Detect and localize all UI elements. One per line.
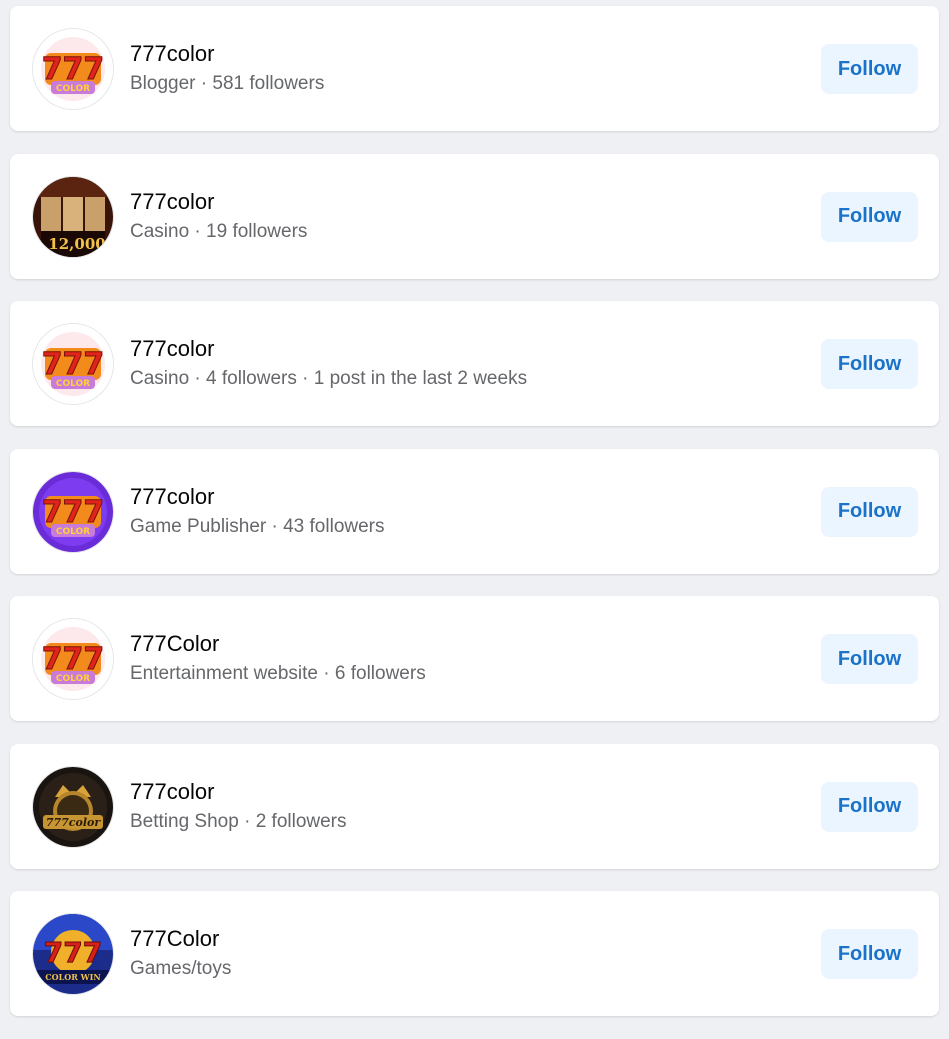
svg-text:12,000: 12,000	[48, 235, 105, 253]
result-info: 777color Casino · 4 followers · 1 post i…	[130, 335, 799, 392]
page-name[interactable]: 777color	[130, 335, 799, 363]
search-results-list: 777 COLOR 777color Blogger · 581 followe…	[10, 6, 939, 1039]
result-info: 777color Casino · 19 followers	[130, 188, 799, 245]
page-meta: Games/toys	[130, 958, 232, 979]
page-meta: Betting Shop · 2 followers	[130, 810, 347, 832]
page-name[interactable]: 777Color	[130, 630, 799, 658]
follow-button[interactable]: Follow	[821, 929, 918, 979]
result-card: 777 COLOR 777color Game Publisher · 43 f…	[10, 448, 939, 574]
page-name[interactable]: 777Color	[130, 925, 799, 953]
svg-text:COLOR: COLOR	[56, 527, 90, 537]
svg-text:COLOR: COLOR	[56, 379, 90, 389]
avatar[interactable]: 12,000	[32, 175, 114, 258]
result-info: 777color Game Publisher · 43 followers	[130, 483, 799, 540]
follow-button[interactable]: Follow	[821, 44, 918, 94]
follow-button[interactable]: Follow	[821, 339, 918, 389]
avatar[interactable]: 777 COLOR	[32, 28, 114, 110]
page-name[interactable]: 777color	[130, 778, 799, 806]
page-name[interactable]: 777color	[130, 188, 799, 216]
result-card: 777 COLOR 777color Casino · 4 followers …	[10, 301, 939, 426]
result-card: 777 COLOR 777Color Entertainment website…	[10, 596, 939, 721]
svg-text:COLOR: COLOR	[56, 84, 90, 94]
page-meta: Entertainment website · 6 followers	[130, 663, 426, 684]
svg-text:777: 777	[44, 936, 102, 969]
page-name[interactable]: 777color	[130, 40, 799, 68]
result-card: 777 COLOR 777color Blogger · 581 followe…	[10, 6, 939, 131]
avatar[interactable]: 777 COLOR	[32, 618, 114, 700]
page-meta: Game Publisher · 43 followers	[130, 515, 385, 537]
svg-text:777color: 777color	[46, 816, 102, 829]
avatar[interactable]: 777 COLOR	[32, 470, 114, 553]
svg-text:COLOR WIN: COLOR WIN	[45, 972, 100, 982]
follow-button[interactable]: Follow	[821, 486, 918, 537]
follow-button[interactable]: Follow	[821, 634, 918, 684]
page-name[interactable]: 777color	[130, 483, 799, 511]
result-card: 12,000 777color Casino · 19 followers Fo…	[10, 153, 939, 279]
svg-text:COLOR: COLOR	[56, 674, 90, 684]
avatar[interactable]: 777 COLOR WIN	[32, 913, 114, 995]
avatar[interactable]: 777color	[32, 765, 114, 848]
result-info: 777Color Games/toys	[130, 925, 799, 982]
result-info: 777color Betting Shop · 2 followers	[130, 778, 799, 835]
page-meta: Blogger · 581 followers	[130, 73, 325, 94]
page-meta: Casino · 4 followers · 1 post in the las…	[130, 368, 528, 389]
result-info: 777color Blogger · 581 followers	[130, 40, 799, 97]
page-meta: Casino · 19 followers	[130, 220, 308, 242]
avatar[interactable]: 777 COLOR	[32, 323, 114, 405]
result-info: 777Color Entertainment website · 6 follo…	[130, 630, 799, 687]
follow-button[interactable]: Follow	[821, 781, 918, 832]
follow-button[interactable]: Follow	[821, 191, 918, 242]
result-card: 777 COLOR WIN 777Color Games/toys Follow	[10, 891, 939, 1016]
result-card: 777color 777color Betting Shop · 2 follo…	[10, 743, 939, 869]
